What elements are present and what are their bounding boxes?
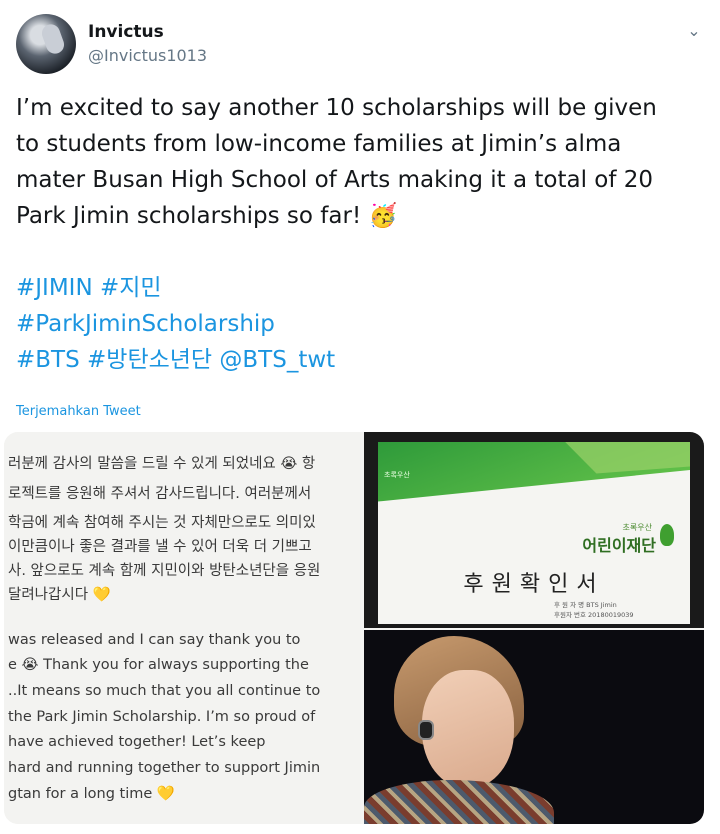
avatar[interactable] <box>16 14 76 74</box>
media-portrait-photo[interactable] <box>364 630 704 824</box>
certificate-meta-line: 후 원 자 명 BTS Jimin <box>554 601 617 609</box>
org-logo-icon <box>660 524 674 546</box>
note-line: 달려나갑시다 💛 <box>8 587 111 603</box>
translate-tweet-link[interactable]: Terjemahkan Tweet <box>16 404 141 419</box>
earpiece-icon <box>418 720 434 740</box>
hashtag-line: #ParkJiminScholarship <box>16 306 706 342</box>
hashtag-bangtan-korean[interactable]: #방탄소년단 <box>87 347 212 373</box>
certificate-paper: 초록우산 초록우산 어린이재단 후원확인서 후 원 자 명 BTS Jimin … <box>378 442 690 624</box>
tweet-text-line: to students from low-income families at … <box>16 131 622 157</box>
hashtag-jimin[interactable]: #JIMIN <box>16 275 93 301</box>
certificate-meta: 후 원 자 명 BTS Jimin 후원자 번호 20180019039 <box>554 600 634 620</box>
note-line: was released and I can say thank you to <box>8 632 301 648</box>
note-line: the Park Jimin Scholarship. I’m so proud… <box>8 709 316 725</box>
portrait-face <box>422 670 514 788</box>
certificate-green-tag: 초록우산 <box>384 471 410 479</box>
note-line: 로젝트를 응원해 주셔서 감사드립니다. 여러분께서 <box>8 486 312 502</box>
tweet-text-line: mater Busan High School of Arts making i… <box>16 167 654 193</box>
avatar-image-detail <box>39 21 67 57</box>
hashtag-bts[interactable]: #BTS <box>16 347 80 373</box>
note-line: e 😭 Thank you for always supporting the <box>8 657 309 673</box>
certificate-title: 후원확인서 <box>463 572 605 597</box>
media-note-screenshot[interactable]: 러분께 감사의 말씀을 드릴 수 있게 되었네요 😭 항 로젝트를 응원해 주셔… <box>4 432 361 824</box>
tweet-text: I’m excited to say another 10 scholarshi… <box>16 90 706 378</box>
note-line: 러분께 감사의 말씀을 드릴 수 있게 되었네요 😭 항 <box>8 456 316 472</box>
note-line: ..It means so much that you all continue… <box>8 683 321 699</box>
note-line: 이만큼이나 좋은 결과를 낼 수 있어 더욱 더 기쁘고 <box>8 539 312 555</box>
tweet-media[interactable]: 러분께 감사의 말씀을 드릴 수 있게 되었네요 😭 항 로젝트를 응원해 주셔… <box>4 432 704 824</box>
mention-bts-twt[interactable]: @BTS_twt <box>219 347 335 373</box>
note-line: gtan for a long time 💛 <box>8 786 175 802</box>
hashtag-park-jimin-scholarship[interactable]: #ParkJiminScholarship <box>16 311 275 337</box>
hashtag-jimin-korean[interactable]: #지민 <box>100 275 162 301</box>
portrait-jacket <box>364 780 554 824</box>
tweet-text-line: I’m excited to say another 10 scholarshi… <box>16 95 657 121</box>
note-line: have achieved together! Let’s keep <box>8 734 266 750</box>
chevron-down-icon[interactable]: ⌄ <box>684 22 704 42</box>
author-handle[interactable]: @Invictus1013 <box>88 46 207 65</box>
tweet-text-line: Park Jimin scholarships so far! 🥳 <box>16 203 398 229</box>
note-line: hard and running together to support Jim… <box>8 760 321 776</box>
hashtag-line: #JIMIN #지민 <box>16 270 706 306</box>
certificate-meta-line: 후원자 번호 20180019039 <box>554 611 634 619</box>
note-line: 사. 앞으로도 계속 함께 지민이와 방탄소년단을 응원 <box>8 563 321 579</box>
author-name[interactable]: Invictus <box>88 22 164 42</box>
certificate-org-name: 어린이재단 <box>582 536 656 555</box>
note-line: 학금에 계속 참여해 주시는 것 자체만으로도 의미있 <box>8 515 316 531</box>
media-certificate-photo[interactable]: 초록우산 초록우산 어린이재단 후원확인서 후 원 자 명 BTS Jimin … <box>364 432 704 628</box>
hashtag-line: #BTS #방탄소년단 @BTS_twt <box>16 342 706 378</box>
